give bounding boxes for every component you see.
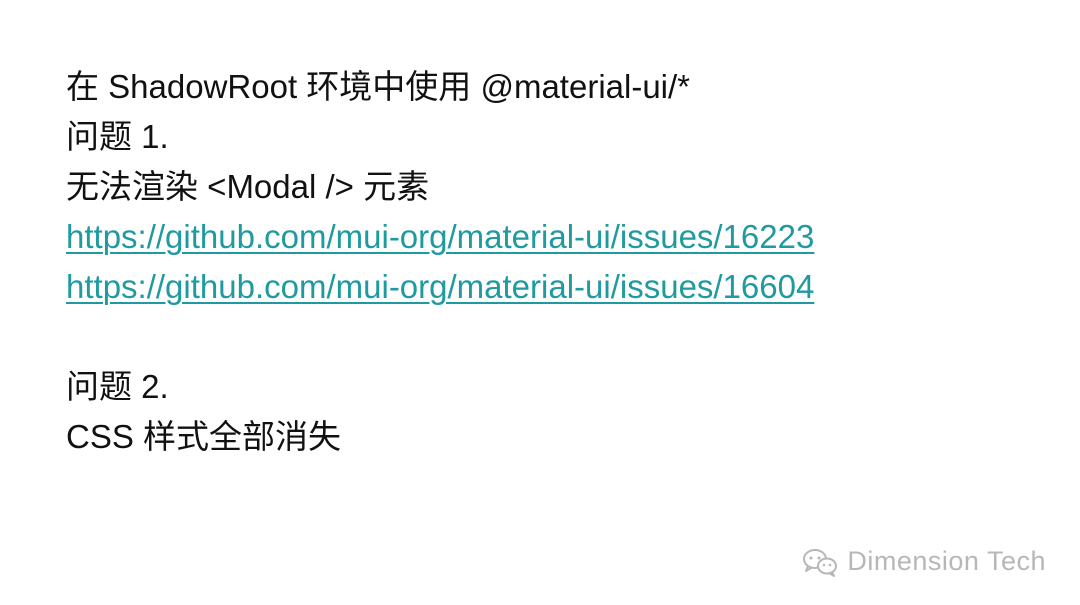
heading-line: 在 ShadowRoot 环境中使用 @material-ui/* — [66, 68, 691, 105]
issue-link-16604[interactable]: https://github.com/mui-org/material-ui/i… — [66, 268, 814, 305]
issue-2-label: 问题 2. — [66, 368, 169, 405]
issue-link-16223[interactable]: https://github.com/mui-org/material-ui/i… — [66, 218, 814, 255]
wechat-icon — [801, 547, 839, 577]
watermark-text: Dimension Tech — [847, 546, 1046, 576]
slide: 在 ShadowRoot 环境中使用 @material-ui/* 问题 1. … — [0, 0, 1080, 605]
slide-content: 在 ShadowRoot 环境中使用 @material-ui/* 问题 1. … — [66, 62, 1026, 462]
issue-1-label: 问题 1. — [66, 118, 169, 155]
issue-1-description: 无法渲染 <Modal /> 元素 — [66, 168, 430, 205]
issue-2-description: CSS 样式全部消失 — [66, 418, 342, 455]
watermark: Dimension Tech — [801, 546, 1046, 577]
